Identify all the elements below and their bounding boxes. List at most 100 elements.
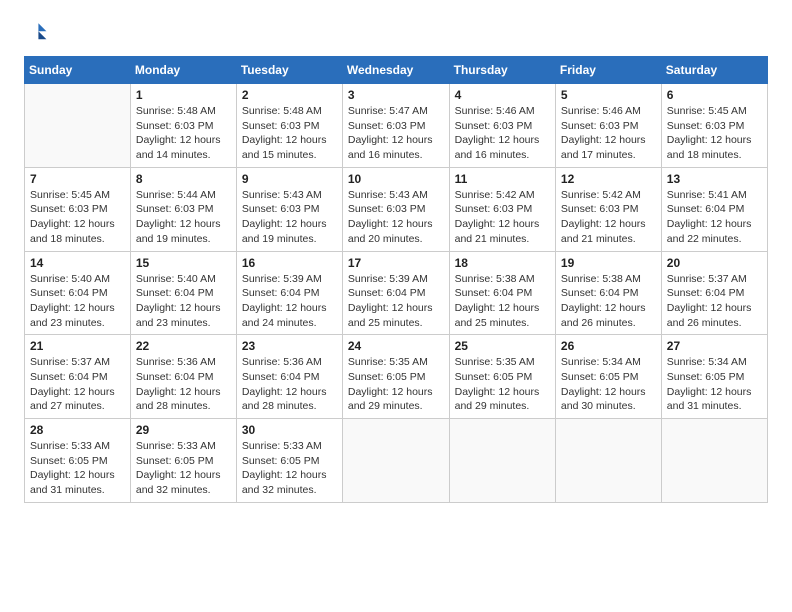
day-info: Sunrise: 5:43 AMSunset: 6:03 PMDaylight:… xyxy=(348,188,444,247)
calendar-cell: 6 Sunrise: 5:45 AMSunset: 6:03 PMDayligh… xyxy=(661,84,767,168)
col-header-friday: Friday xyxy=(555,57,661,84)
calendar-cell: 10 Sunrise: 5:43 AMSunset: 6:03 PMDaylig… xyxy=(342,167,449,251)
week-row-2: 7 Sunrise: 5:45 AMSunset: 6:03 PMDayligh… xyxy=(25,167,768,251)
day-number: 29 xyxy=(136,423,231,437)
day-number: 25 xyxy=(455,339,550,353)
day-number: 10 xyxy=(348,172,444,186)
calendar-cell: 15 Sunrise: 5:40 AMSunset: 6:04 PMDaylig… xyxy=(130,251,236,335)
day-info: Sunrise: 5:40 AMSunset: 6:04 PMDaylight:… xyxy=(30,272,125,331)
calendar-cell: 24 Sunrise: 5:35 AMSunset: 6:05 PMDaylig… xyxy=(342,335,449,419)
day-number: 4 xyxy=(455,88,550,102)
day-info: Sunrise: 5:48 AMSunset: 6:03 PMDaylight:… xyxy=(242,104,337,163)
day-info: Sunrise: 5:40 AMSunset: 6:04 PMDaylight:… xyxy=(136,272,231,331)
day-info: Sunrise: 5:34 AMSunset: 6:05 PMDaylight:… xyxy=(561,355,656,414)
calendar-cell: 2 Sunrise: 5:48 AMSunset: 6:03 PMDayligh… xyxy=(236,84,342,168)
day-info: Sunrise: 5:37 AMSunset: 6:04 PMDaylight:… xyxy=(30,355,125,414)
col-header-sunday: Sunday xyxy=(25,57,131,84)
day-number: 2 xyxy=(242,88,337,102)
day-info: Sunrise: 5:39 AMSunset: 6:04 PMDaylight:… xyxy=(348,272,444,331)
day-number: 13 xyxy=(667,172,762,186)
day-info: Sunrise: 5:36 AMSunset: 6:04 PMDaylight:… xyxy=(242,355,337,414)
day-info: Sunrise: 5:44 AMSunset: 6:03 PMDaylight:… xyxy=(136,188,231,247)
week-row-1: 1 Sunrise: 5:48 AMSunset: 6:03 PMDayligh… xyxy=(25,84,768,168)
calendar-cell: 14 Sunrise: 5:40 AMSunset: 6:04 PMDaylig… xyxy=(25,251,131,335)
day-info: Sunrise: 5:38 AMSunset: 6:04 PMDaylight:… xyxy=(455,272,550,331)
calendar-cell: 27 Sunrise: 5:34 AMSunset: 6:05 PMDaylig… xyxy=(661,335,767,419)
day-number: 18 xyxy=(455,256,550,270)
day-number: 28 xyxy=(30,423,125,437)
day-info: Sunrise: 5:43 AMSunset: 6:03 PMDaylight:… xyxy=(242,188,337,247)
calendar-cell: 13 Sunrise: 5:41 AMSunset: 6:04 PMDaylig… xyxy=(661,167,767,251)
day-info: Sunrise: 5:46 AMSunset: 6:03 PMDaylight:… xyxy=(561,104,656,163)
day-number: 19 xyxy=(561,256,656,270)
day-info: Sunrise: 5:39 AMSunset: 6:04 PMDaylight:… xyxy=(242,272,337,331)
day-info: Sunrise: 5:47 AMSunset: 6:03 PMDaylight:… xyxy=(348,104,444,163)
logo-icon xyxy=(24,20,48,44)
day-number: 23 xyxy=(242,339,337,353)
calendar-cell: 17 Sunrise: 5:39 AMSunset: 6:04 PMDaylig… xyxy=(342,251,449,335)
day-info: Sunrise: 5:35 AMSunset: 6:05 PMDaylight:… xyxy=(348,355,444,414)
day-info: Sunrise: 5:34 AMSunset: 6:05 PMDaylight:… xyxy=(667,355,762,414)
calendar-cell: 28 Sunrise: 5:33 AMSunset: 6:05 PMDaylig… xyxy=(25,419,131,503)
day-number: 21 xyxy=(30,339,125,353)
day-number: 7 xyxy=(30,172,125,186)
day-number: 22 xyxy=(136,339,231,353)
day-number: 20 xyxy=(667,256,762,270)
day-number: 12 xyxy=(561,172,656,186)
day-number: 5 xyxy=(561,88,656,102)
col-header-monday: Monday xyxy=(130,57,236,84)
calendar-table: SundayMondayTuesdayWednesdayThursdayFrid… xyxy=(24,56,768,503)
day-number: 17 xyxy=(348,256,444,270)
day-number: 30 xyxy=(242,423,337,437)
calendar-cell: 1 Sunrise: 5:48 AMSunset: 6:03 PMDayligh… xyxy=(130,84,236,168)
calendar-cell: 26 Sunrise: 5:34 AMSunset: 6:05 PMDaylig… xyxy=(555,335,661,419)
day-info: Sunrise: 5:38 AMSunset: 6:04 PMDaylight:… xyxy=(561,272,656,331)
col-header-thursday: Thursday xyxy=(449,57,555,84)
day-info: Sunrise: 5:36 AMSunset: 6:04 PMDaylight:… xyxy=(136,355,231,414)
day-info: Sunrise: 5:42 AMSunset: 6:03 PMDaylight:… xyxy=(455,188,550,247)
day-info: Sunrise: 5:33 AMSunset: 6:05 PMDaylight:… xyxy=(136,439,231,498)
day-number: 14 xyxy=(30,256,125,270)
calendar-cell: 23 Sunrise: 5:36 AMSunset: 6:04 PMDaylig… xyxy=(236,335,342,419)
calendar-cell: 16 Sunrise: 5:39 AMSunset: 6:04 PMDaylig… xyxy=(236,251,342,335)
day-number: 9 xyxy=(242,172,337,186)
calendar-cell: 20 Sunrise: 5:37 AMSunset: 6:04 PMDaylig… xyxy=(661,251,767,335)
week-row-3: 14 Sunrise: 5:40 AMSunset: 6:04 PMDaylig… xyxy=(25,251,768,335)
calendar-cell: 30 Sunrise: 5:33 AMSunset: 6:05 PMDaylig… xyxy=(236,419,342,503)
calendar-cell: 3 Sunrise: 5:47 AMSunset: 6:03 PMDayligh… xyxy=(342,84,449,168)
day-number: 15 xyxy=(136,256,231,270)
day-info: Sunrise: 5:45 AMSunset: 6:03 PMDaylight:… xyxy=(30,188,125,247)
calendar-cell xyxy=(25,84,131,168)
day-number: 24 xyxy=(348,339,444,353)
day-number: 3 xyxy=(348,88,444,102)
calendar-cell: 12 Sunrise: 5:42 AMSunset: 6:03 PMDaylig… xyxy=(555,167,661,251)
day-info: Sunrise: 5:46 AMSunset: 6:03 PMDaylight:… xyxy=(455,104,550,163)
calendar-cell: 4 Sunrise: 5:46 AMSunset: 6:03 PMDayligh… xyxy=(449,84,555,168)
calendar-cell: 11 Sunrise: 5:42 AMSunset: 6:03 PMDaylig… xyxy=(449,167,555,251)
day-info: Sunrise: 5:35 AMSunset: 6:05 PMDaylight:… xyxy=(455,355,550,414)
calendar-cell xyxy=(342,419,449,503)
col-header-tuesday: Tuesday xyxy=(236,57,342,84)
calendar-cell: 18 Sunrise: 5:38 AMSunset: 6:04 PMDaylig… xyxy=(449,251,555,335)
day-number: 16 xyxy=(242,256,337,270)
day-info: Sunrise: 5:45 AMSunset: 6:03 PMDaylight:… xyxy=(667,104,762,163)
day-info: Sunrise: 5:37 AMSunset: 6:04 PMDaylight:… xyxy=(667,272,762,331)
day-info: Sunrise: 5:33 AMSunset: 6:05 PMDaylight:… xyxy=(30,439,125,498)
week-row-4: 21 Sunrise: 5:37 AMSunset: 6:04 PMDaylig… xyxy=(25,335,768,419)
calendar-cell xyxy=(555,419,661,503)
calendar-cell: 22 Sunrise: 5:36 AMSunset: 6:04 PMDaylig… xyxy=(130,335,236,419)
calendar-cell: 7 Sunrise: 5:45 AMSunset: 6:03 PMDayligh… xyxy=(25,167,131,251)
day-number: 26 xyxy=(561,339,656,353)
calendar-cell xyxy=(661,419,767,503)
calendar-cell: 25 Sunrise: 5:35 AMSunset: 6:05 PMDaylig… xyxy=(449,335,555,419)
day-number: 27 xyxy=(667,339,762,353)
day-info: Sunrise: 5:41 AMSunset: 6:04 PMDaylight:… xyxy=(667,188,762,247)
col-header-wednesday: Wednesday xyxy=(342,57,449,84)
calendar-cell xyxy=(449,419,555,503)
calendar-cell: 21 Sunrise: 5:37 AMSunset: 6:04 PMDaylig… xyxy=(25,335,131,419)
calendar-cell: 29 Sunrise: 5:33 AMSunset: 6:05 PMDaylig… xyxy=(130,419,236,503)
calendar-cell: 9 Sunrise: 5:43 AMSunset: 6:03 PMDayligh… xyxy=(236,167,342,251)
day-number: 8 xyxy=(136,172,231,186)
day-info: Sunrise: 5:42 AMSunset: 6:03 PMDaylight:… xyxy=(561,188,656,247)
day-number: 11 xyxy=(455,172,550,186)
